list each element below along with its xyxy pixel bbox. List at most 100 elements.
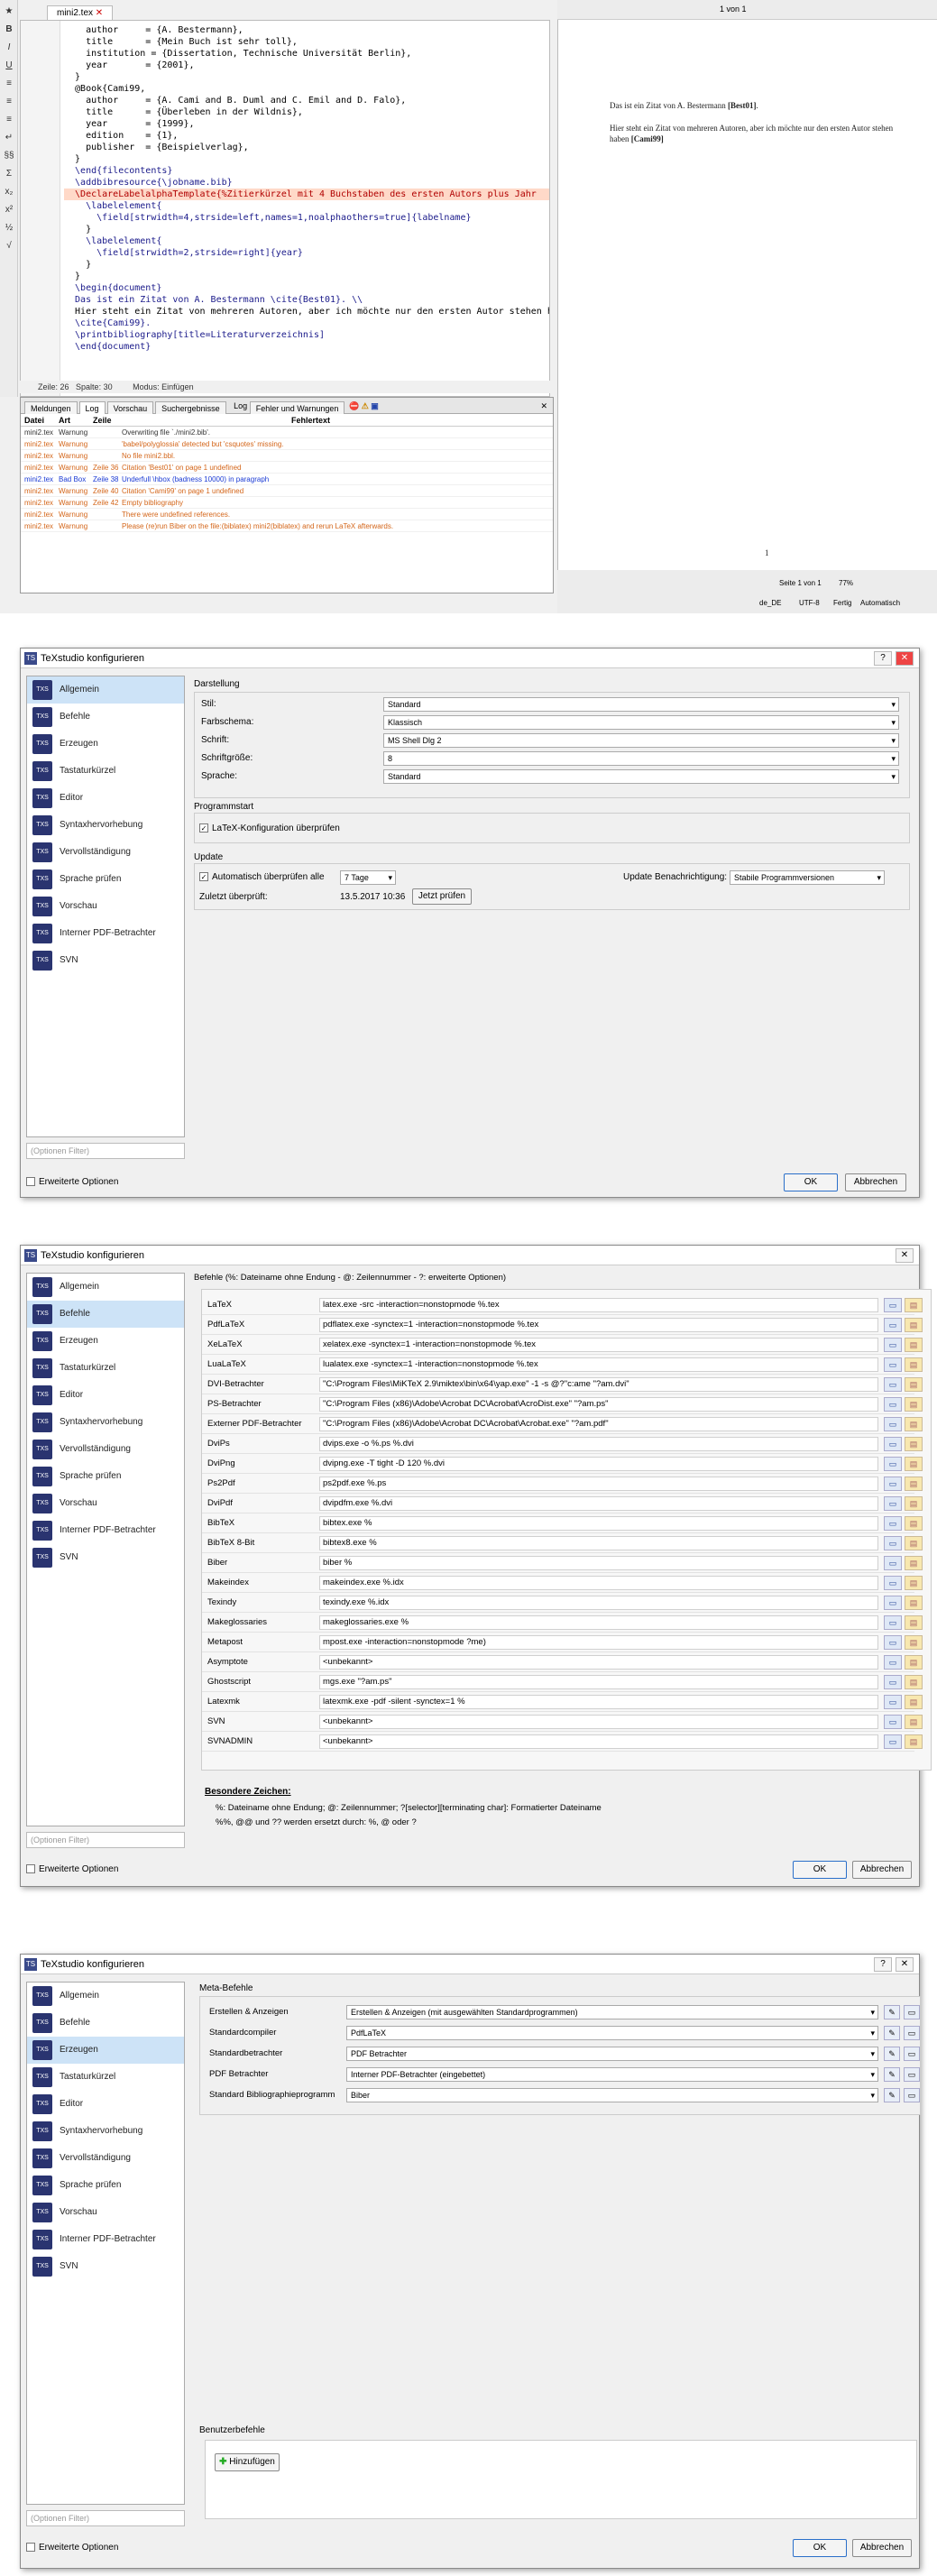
browse-icon[interactable]: ▭ bbox=[884, 1536, 902, 1550]
display-row-select[interactable]: 8 bbox=[383, 751, 899, 766]
code-text[interactable]: author = {A. Bestermann}, title = {Mein … bbox=[64, 24, 549, 353]
browse-icon[interactable]: ▭ bbox=[884, 1437, 902, 1451]
meta-select[interactable]: Interner PDF-Betrachter (eingebettet) bbox=[346, 2067, 878, 2082]
nav-item[interactable]: TXS Vervollständigung bbox=[27, 2145, 184, 2172]
nav-item[interactable]: TXS Tastaturkürzel bbox=[27, 758, 184, 785]
command-field[interactable]: <unbekannt> bbox=[319, 1734, 878, 1749]
align-right-icon[interactable]: ≡ bbox=[3, 114, 15, 126]
nav-item[interactable]: TXS Vorschau bbox=[27, 1490, 184, 1517]
browse-icon[interactable]: ▭ bbox=[884, 1357, 902, 1372]
folder-icon[interactable]: ▤ bbox=[905, 1318, 923, 1332]
nav-item[interactable]: TXS Erzeugen bbox=[27, 731, 184, 758]
meta-select[interactable]: PdfLaTeX bbox=[346, 2026, 878, 2040]
command-field[interactable]: makeglossaries.exe % bbox=[319, 1615, 878, 1630]
edit-icon[interactable]: ✎ bbox=[884, 2026, 900, 2040]
log-row[interactable]: mini2.tex Warnung No file mini2.bbl. bbox=[21, 450, 553, 462]
advanced-options[interactable]: Erweiterte Optionen bbox=[26, 2543, 118, 2553]
bold-icon[interactable]: B bbox=[3, 23, 15, 36]
command-field[interactable]: latex.exe -src -interaction=nonstopmode … bbox=[319, 1298, 878, 1312]
command-field[interactable]: texindy.exe %.idx bbox=[319, 1596, 878, 1610]
check-interval[interactable]: 7 Tage bbox=[340, 870, 396, 885]
cancel-button[interactable]: Abbrechen bbox=[852, 1861, 912, 1879]
folder-icon[interactable]: ▤ bbox=[905, 1496, 923, 1511]
folder-icon[interactable]: ▤ bbox=[905, 1338, 923, 1352]
browse-icon[interactable]: ▭ bbox=[884, 1377, 902, 1392]
command-field[interactable]: xelatex.exe -synctex=1 -interaction=nons… bbox=[319, 1338, 878, 1352]
options-filter[interactable]: (Optionen Filter) bbox=[26, 2510, 185, 2526]
nav-item[interactable]: TXS SVN bbox=[27, 947, 184, 974]
browse-icon[interactable]: ▭ bbox=[884, 1596, 902, 1610]
close-button[interactable]: ✕ bbox=[896, 1957, 914, 1972]
command-field[interactable]: <unbekannt> bbox=[319, 1655, 878, 1670]
browse-icon[interactable]: ▭ bbox=[884, 1516, 902, 1531]
fraction-icon[interactable]: ½ bbox=[3, 222, 15, 235]
italic-icon[interactable]: I bbox=[3, 41, 15, 54]
advanced-checkbox[interactable] bbox=[26, 1177, 35, 1187]
browse-icon[interactable]: ▭ bbox=[884, 1338, 902, 1352]
command-field[interactable]: ps2pdf.exe %.ps bbox=[319, 1477, 878, 1491]
folder-icon[interactable]: ▤ bbox=[905, 1417, 923, 1431]
config-icon[interactable]: ▭ bbox=[904, 2088, 920, 2102]
nav-item[interactable]: TXS Allgemein bbox=[27, 1274, 184, 1301]
edit-icon[interactable]: ✎ bbox=[884, 2088, 900, 2102]
tab-search[interactable]: Suchergebnisse bbox=[155, 401, 226, 414]
newline-icon[interactable]: ↵ bbox=[3, 132, 15, 144]
edit-icon[interactable]: ✎ bbox=[884, 2067, 900, 2082]
folder-icon[interactable]: ▤ bbox=[905, 1695, 923, 1709]
browse-icon[interactable]: ▭ bbox=[884, 1298, 902, 1312]
folder-icon[interactable]: ▤ bbox=[905, 1377, 923, 1392]
config-icon[interactable]: ▭ bbox=[904, 2005, 920, 2019]
nav-item[interactable]: TXS Sprache prüfen bbox=[27, 1463, 184, 1490]
sqrt-icon[interactable]: √ bbox=[3, 240, 15, 253]
nav-item[interactable]: TXS Editor bbox=[27, 2091, 184, 2118]
advanced-options[interactable]: Erweiterte Optionen bbox=[26, 1864, 118, 1874]
browse-icon[interactable]: ▭ bbox=[884, 1576, 902, 1590]
command-field[interactable]: biber % bbox=[319, 1556, 878, 1570]
browse-icon[interactable]: ▭ bbox=[884, 1695, 902, 1709]
display-row-select[interactable]: Klassisch bbox=[383, 715, 899, 730]
meta-select[interactable]: Biber bbox=[346, 2088, 878, 2102]
command-field[interactable]: pdflatex.exe -synctex=1 -interaction=non… bbox=[319, 1318, 878, 1332]
help-button[interactable]: ? bbox=[874, 651, 892, 666]
nav-item[interactable]: TXS Vervollständigung bbox=[27, 839, 184, 866]
folder-icon[interactable]: ▤ bbox=[905, 1675, 923, 1689]
ok-button[interactable]: OK bbox=[793, 1861, 847, 1879]
nav-item[interactable]: TXS Syntaxhervorhebung bbox=[27, 812, 184, 839]
browse-icon[interactable]: ▭ bbox=[884, 1496, 902, 1511]
nav-item[interactable]: TXS Interner PDF-Betrachter bbox=[27, 2226, 184, 2253]
folder-icon[interactable]: ▤ bbox=[905, 1596, 923, 1610]
nav-item[interactable]: TXS Editor bbox=[27, 1382, 184, 1409]
log-row[interactable]: mini2.tex Warnung 'babel/polyglossia' dete… bbox=[21, 438, 553, 450]
command-field[interactable]: mpost.exe -interaction=nonstopmode ?me) bbox=[319, 1635, 878, 1650]
subscript-icon[interactable]: x₂ bbox=[3, 186, 15, 198]
log-row[interactable]: mini2.tex Warnung There were undefined ref… bbox=[21, 509, 553, 520]
code-editor[interactable]: author = {A. Bestermann}, title = {Mein … bbox=[20, 20, 550, 397]
browse-icon[interactable]: ▭ bbox=[884, 1477, 902, 1491]
folder-icon[interactable]: ▤ bbox=[905, 1298, 923, 1312]
help-button[interactable]: ? bbox=[874, 1957, 892, 1972]
log-row[interactable]: mini2.tex Bad Box Zeile 38 Underfull \hbox … bbox=[21, 474, 553, 485]
check-latex-option[interactable]: ✓ LaTeX-Konfiguration überprüfen bbox=[199, 823, 340, 833]
nav-item[interactable]: TXS Vorschau bbox=[27, 893, 184, 920]
command-field[interactable]: "C:\Program Files (x86)\Adobe\Acrobat DC… bbox=[319, 1397, 878, 1412]
close-button[interactable]: ✕ bbox=[896, 651, 914, 666]
nav-item[interactable]: TXS Sprache prüfen bbox=[27, 866, 184, 893]
nav-item[interactable]: TXS Erzeugen bbox=[27, 1328, 184, 1355]
command-field[interactable]: dvipng.exe -T tight -D 120 %.dvi bbox=[319, 1457, 878, 1471]
nav-item[interactable]: TXS Allgemein bbox=[27, 676, 184, 704]
command-field[interactable]: <unbekannt> bbox=[319, 1715, 878, 1729]
nav-item[interactable]: TXS Befehle bbox=[27, 1301, 184, 1328]
check-latex-checkbox[interactable]: ✓ bbox=[199, 823, 208, 833]
browse-icon[interactable]: ▭ bbox=[884, 1417, 902, 1431]
nav-item[interactable]: TXS Befehle bbox=[27, 704, 184, 731]
folder-icon[interactable]: ▤ bbox=[905, 1734, 923, 1749]
log-row[interactable]: mini2.tex Warnung Zeile 42 Empty bibliograp… bbox=[21, 497, 553, 509]
cancel-button[interactable]: Abbrechen bbox=[852, 2539, 912, 2557]
log-row[interactable]: mini2.tex Warnung Overwriting file `./mini… bbox=[21, 427, 553, 438]
browse-icon[interactable]: ▭ bbox=[884, 1457, 902, 1471]
display-row-select[interactable]: Standard bbox=[383, 697, 899, 712]
folder-icon[interactable]: ▤ bbox=[905, 1437, 923, 1451]
close-panel-icon[interactable]: ✕ bbox=[540, 398, 547, 414]
folder-icon[interactable]: ▤ bbox=[905, 1536, 923, 1550]
command-field[interactable]: lualatex.exe -synctex=1 -interaction=non… bbox=[319, 1357, 878, 1372]
